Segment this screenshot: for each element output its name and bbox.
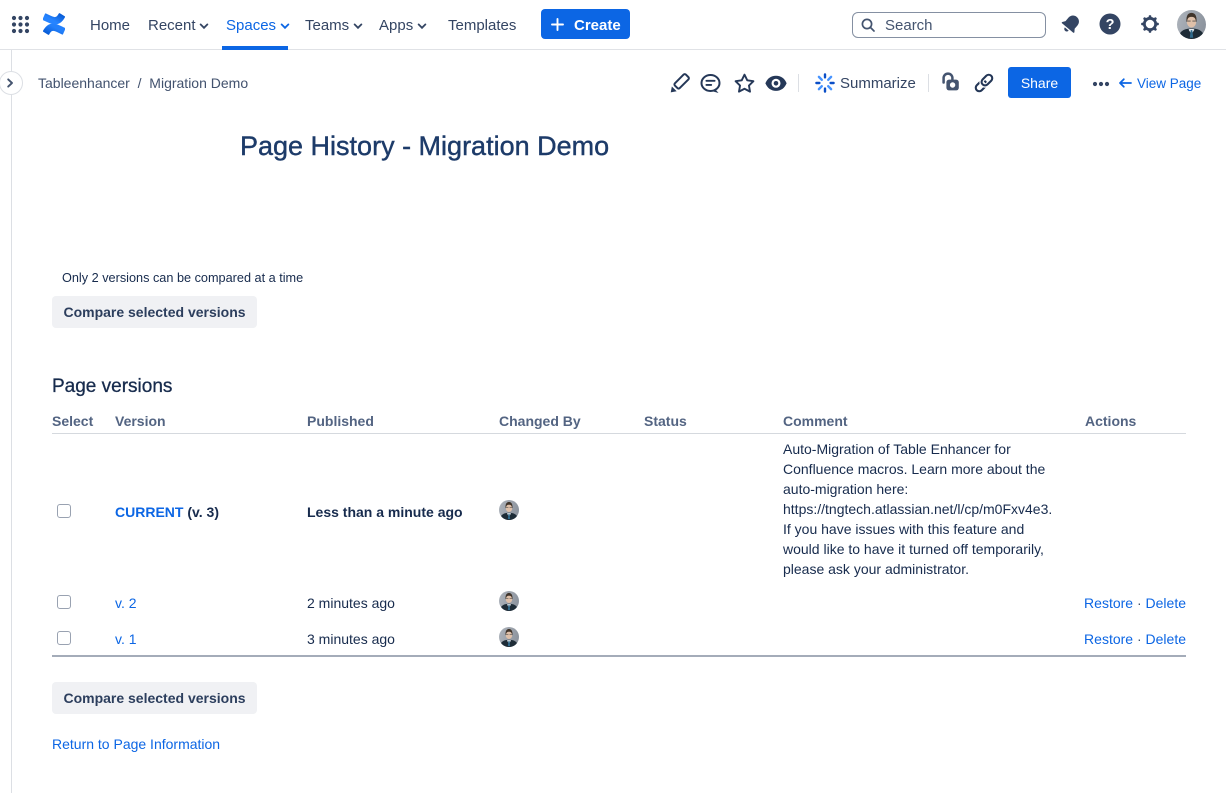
svg-text:?: ? — [1106, 17, 1115, 33]
